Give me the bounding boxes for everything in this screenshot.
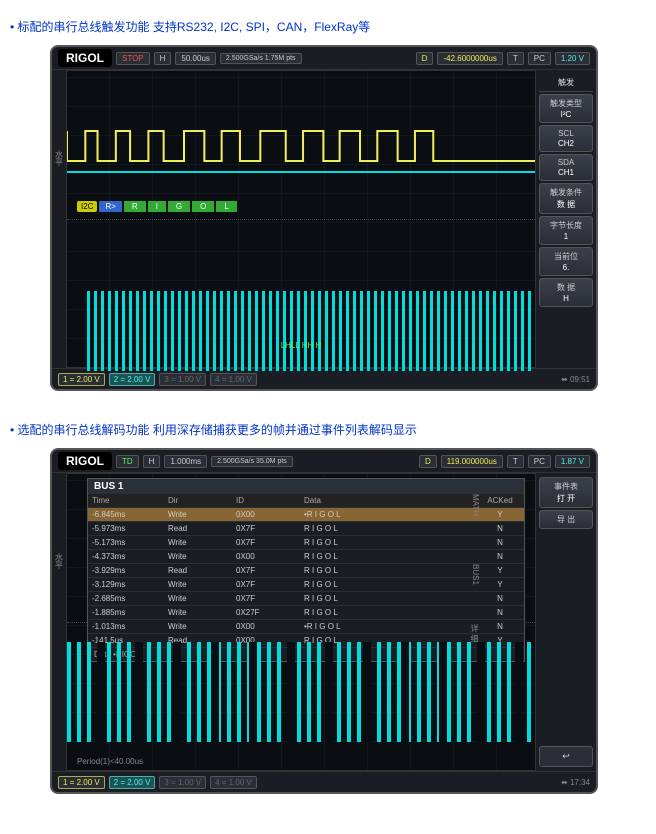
tab-bus1[interactable]: BUS1 (471, 564, 480, 585)
table-row[interactable]: -5.973msRead0X7FR I G O LN (88, 522, 524, 536)
ch1-button[interactable]: 1 = 2.00 V (58, 776, 105, 789)
usb-icon: ⬌ (561, 778, 568, 787)
ch4-button[interactable]: 4 = 1.00 V (210, 776, 257, 789)
trig-source: PC (528, 52, 551, 65)
decode-protocol: I2C (77, 201, 97, 212)
ch2-decoded-waveform (67, 642, 535, 742)
bit-pattern: LHLL HH H (281, 341, 322, 350)
scope2-topbar: RIGOL TD H 1.000ms 2.500GSa/s 35.0M pts … (52, 450, 596, 473)
ch2-button[interactable]: 2 = 2.00 V (109, 373, 156, 386)
left-label: 水平 (54, 150, 65, 166)
decode-char-0: R (124, 201, 146, 212)
oscilloscope-2: RIGOL TD H 1.000ms 2.500GSa/s 35.0M pts … (50, 448, 598, 794)
section2-title: 选配的串行总线解码功能 利用深存储捕获更多的帧并通过事件列表解码显示 (10, 421, 646, 438)
section1-title: 标配的串行总线触发功能 支持RS232, I2C, SPI，CAN，FlexRa… (10, 18, 646, 35)
tab-math[interactable]: MATH (471, 494, 480, 516)
scope2-menu: 事件表打 开 导 出 ↩ (536, 473, 596, 771)
status-indicator: STOP (116, 52, 150, 65)
decode-addr: R> (99, 201, 121, 212)
table-row[interactable]: -1.013msWrite0X00•R I G O LN (88, 620, 524, 634)
menu-byte-len[interactable]: 字节长度1 (539, 216, 593, 245)
table-header: Time Dir ID Data ACKed (88, 494, 524, 508)
left-rail: 水平 (52, 70, 66, 368)
scope1-bottombar: 1 = 2.00 V 2 = 2.00 V 3 = 1.00 V 4 = 1.0… (52, 368, 596, 389)
delay-d: D (419, 455, 437, 468)
back-button[interactable]: ↩ (539, 746, 593, 767)
waveform-display[interactable]: BUS 1 Time Dir ID Data ACKed -6.845msWri… (66, 473, 536, 771)
ch2-waveform-high (67, 171, 535, 173)
decode-char-3: O (192, 201, 214, 212)
oscilloscope-1: RIGOL STOP H 50.00us 2.500GSa/s 1.75M pt… (50, 45, 598, 391)
timebase[interactable]: 1.000ms (164, 455, 207, 468)
mode-label: H (154, 52, 172, 65)
menu-export[interactable]: 导 出 (539, 510, 593, 529)
decode-char-1: I (148, 201, 166, 212)
status-indicator: TD (116, 455, 139, 468)
ch3-button[interactable]: 3 = 1.00 V (159, 373, 206, 386)
ch3-button[interactable]: 3 = 1.00 V (159, 776, 206, 789)
clock: 17:34 (570, 778, 590, 787)
period-measurement: Period(1)<40.00us (77, 757, 143, 766)
menu-trigger-cond[interactable]: 触发条件数 据 (539, 183, 593, 214)
scope2-bottombar: 1 = 2.00 V 2 = 2.00 V 3 = 1.00 V 4 = 1.0… (52, 771, 596, 792)
scope1-menu: 触发 触发类型I²C SCLCH2 SDACH1 触发条件数 据 字节长度1 当… (536, 70, 596, 368)
ch2-waveform-burst (87, 291, 535, 371)
table-row[interactable]: -3.929msRead0X7FR I G O LY (88, 564, 524, 578)
bus-title: BUS 1 (88, 479, 524, 494)
menu-data[interactable]: 数 据H (539, 278, 593, 307)
trig-voltage: 1.20 V (555, 52, 590, 65)
ch4-button[interactable]: 4 = 1.00 V (210, 373, 257, 386)
sample-rate: 2.500GSa/s 1.75M pts (220, 53, 302, 64)
mode-label: H (143, 455, 161, 468)
brand-label: RIGOL (58, 49, 112, 67)
delay-value: 119.000000us (441, 455, 503, 468)
trig-t: T (507, 52, 524, 65)
brand-label: RIGOL (58, 452, 112, 470)
clock: 09:51 (570, 375, 590, 384)
table-row[interactable]: -3.129msWrite0X7FR I G O LY (88, 578, 524, 592)
table-row[interactable]: -6.845msWrite0X00•R I G O LY (88, 508, 524, 522)
delay-value: -42.6000000us (437, 52, 502, 65)
menu-trigger-type[interactable]: 触发类型I²C (539, 94, 593, 123)
left-rail: 水平 (52, 473, 66, 771)
decode-row: I2C R> R I G O L (77, 197, 525, 215)
tab-detail[interactable]: 详 细 (469, 624, 480, 642)
ch1-button[interactable]: 1 = 2.00 V (58, 373, 105, 386)
event-table[interactable]: BUS 1 Time Dir ID Data ACKed -6.845msWri… (87, 478, 525, 662)
left-label: 水平 (54, 553, 65, 569)
table-row[interactable]: -5.173msWrite0X7FR I G O LN (88, 536, 524, 550)
trig-voltage: 1.87 V (555, 455, 590, 468)
menu-scl[interactable]: SCLCH2 (539, 125, 593, 152)
ch1-waveform (67, 121, 535, 171)
table-row[interactable]: -1.885msWrite0X27FR I G O LN (88, 606, 524, 620)
delay-d: D (416, 52, 434, 65)
timebase[interactable]: 50.00us (175, 52, 215, 65)
usb-icon: ⬌ (561, 375, 568, 384)
table-row[interactable]: -4.373msWrite0X00R I G O LN (88, 550, 524, 564)
menu-event-table[interactable]: 事件表打 开 (539, 477, 593, 508)
menu-sda[interactable]: SDACH1 (539, 154, 593, 181)
decode-char-4: L (216, 201, 236, 212)
table-row[interactable]: -2.685msWrite0X7FR I G O LN (88, 592, 524, 606)
trig-t: T (507, 455, 524, 468)
menu-header: 触发 (539, 74, 593, 92)
trig-source: PC (528, 455, 551, 468)
waveform-display[interactable]: I2C R> R I G O L LHLL HH H (66, 70, 536, 368)
scope1-topbar: RIGOL STOP H 50.00us 2.500GSa/s 1.75M pt… (52, 47, 596, 70)
decode-char-2: G (168, 201, 190, 212)
sample-rate: 2.500GSa/s 35.0M pts (211, 456, 293, 467)
ch2-button[interactable]: 2 = 2.00 V (109, 776, 156, 789)
menu-current-bit[interactable]: 当前位6. (539, 247, 593, 276)
